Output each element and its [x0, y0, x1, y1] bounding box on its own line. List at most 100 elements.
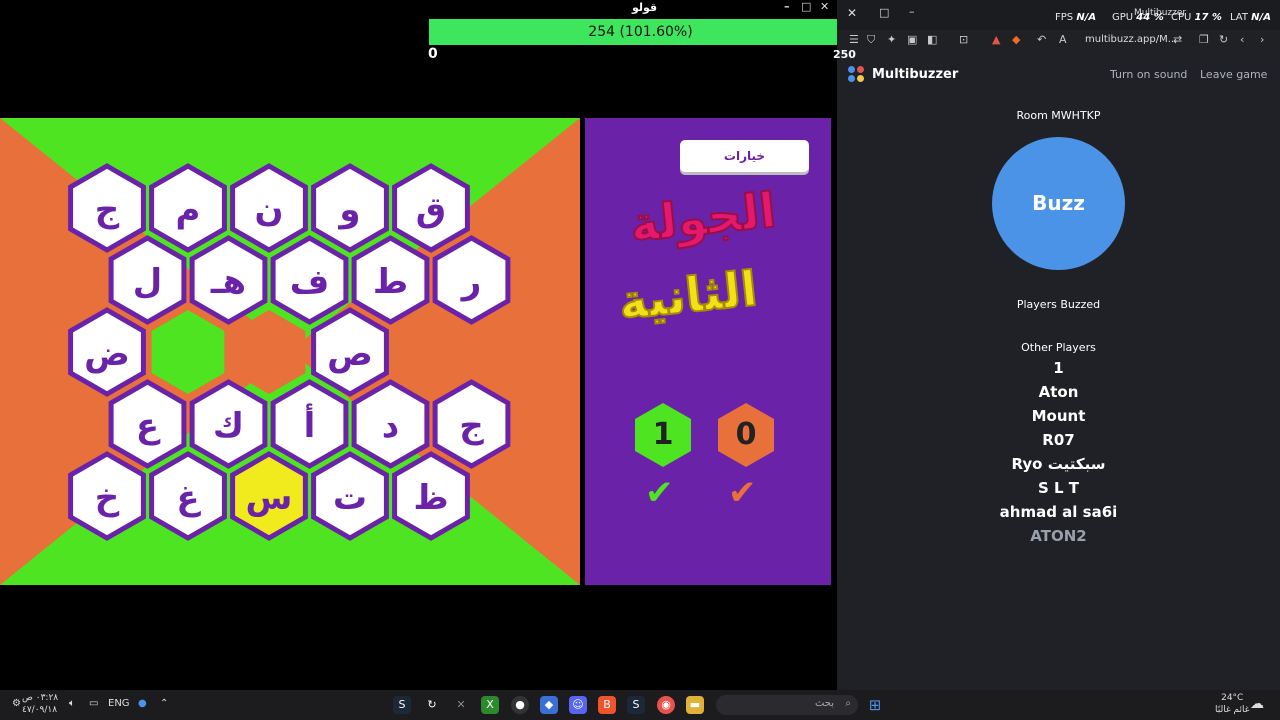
brave-icon[interactable]: B — [598, 696, 616, 714]
sidebar-icon[interactable]: ◧ — [927, 33, 937, 46]
turn-on-sound-link[interactable]: Turn on sound — [1110, 68, 1187, 81]
hex-letter: غ — [176, 478, 201, 518]
hex-letter: ف — [290, 262, 330, 302]
app-icon[interactable]: ◆ — [540, 696, 558, 714]
close-button[interactable]: ✕ — [820, 0, 829, 13]
hex-letter: ج — [95, 190, 120, 230]
player-item: 1 — [1053, 359, 1064, 377]
hex-letter: ل — [133, 262, 163, 302]
forward-icon[interactable]: › — [1260, 33, 1264, 46]
leave-game-link[interactable]: Leave game — [1200, 68, 1267, 81]
fps-stat: FPS N/A — [1055, 12, 1097, 23]
github-icon[interactable]: ● — [511, 696, 529, 714]
extension-icon[interactable]: ✦ — [887, 33, 896, 46]
close-icon[interactable]: ✕ — [452, 696, 470, 714]
orange-team-score: 0 — [718, 403, 774, 467]
progress-max: 250 — [833, 48, 856, 61]
weather-temp: 24°C — [1221, 693, 1244, 703]
hex-letter: أ — [304, 403, 316, 446]
hex-letter: ط — [373, 262, 408, 302]
volume-icon[interactable]: 🔈︎ — [69, 698, 75, 709]
reload-icon[interactable]: ↻ — [1219, 33, 1228, 46]
language-indicator[interactable]: ENG — [108, 698, 130, 709]
clock-date: ٤٧/٠٩/١٨ — [22, 705, 58, 715]
hex-letter: هـ — [210, 262, 246, 302]
chevron-up-icon[interactable]: ⌃ — [160, 698, 168, 709]
game-titlebar: قولو – □ ✕ — [0, 0, 832, 16]
minimize-button[interactable]: – — [784, 0, 790, 13]
screen: قولو – □ ✕ 254 (101.60%) 0 ج م ن و ق ل هـ ف ط ر ض ص… — [0, 0, 1280, 720]
wallet-icon[interactable]: ▣ — [907, 33, 917, 46]
hex-letter: ظ — [413, 478, 448, 518]
hex-board-svg: ج م ن و ق ل هـ ف ط ر ض ص ع ك أ د ج خ غ س ت ظ — [0, 118, 580, 585]
brave-rewards-icon[interactable]: ▲ — [992, 33, 1000, 46]
multibuzzer-header: Multibuzzer Turn on sound Leave game — [837, 62, 1280, 88]
hex-board: ج م ن و ق ل هـ ف ط ر ض ص ع ك أ د ج خ غ س ت ظ — [0, 118, 580, 585]
taskbar: ⚙ ٠٣:٢٨ ص ٤٧/٠٩/١٨ 🔈︎ ▭ ENG ● ⌃ S ↻ ✕ X … — [0, 690, 1280, 720]
hex-letter: خ — [95, 478, 120, 518]
chrome-icon[interactable]: ◉ — [657, 696, 675, 714]
game-title: قولو — [632, 1, 658, 14]
clock[interactable]: ٠٣:٢٨ ص ٤٧/٠٩/١٨ — [22, 692, 58, 716]
player-item: Ryo سبكتيت — [1011, 455, 1106, 473]
settings-tray-icon[interactable]: ⚙ — [12, 698, 21, 709]
browser-close-button[interactable]: ✕ — [847, 6, 857, 20]
player-item: Mount — [1031, 407, 1086, 425]
hex-letter: ض — [84, 334, 130, 374]
round-title-line2: الثانية — [615, 260, 761, 332]
players-list: 1 Aton Mount R07 Ryo سبكتيت S L T ahmad … — [837, 358, 1280, 550]
windows-start-icon[interactable]: ⊞ — [866, 696, 884, 714]
bookmark-icon[interactable]: ❐ — [1199, 33, 1209, 46]
brave-shields-icon[interactable]: ◆ — [1012, 33, 1020, 46]
search-placeholder: بحث — [814, 698, 834, 709]
weather-widget[interactable]: 24°C غائم غالبًا — [1215, 692, 1249, 716]
search-input[interactable]: بحث ⌕ — [716, 695, 858, 715]
screenshot-icon[interactable]: ⊡ — [959, 33, 968, 46]
hex-letter: و — [337, 190, 360, 230]
microphone-icon[interactable]: ● — [138, 698, 147, 709]
steam-icon[interactable]: S — [627, 696, 645, 714]
hex-letter: ر — [460, 262, 482, 302]
cloud-icon: ☁ — [1250, 696, 1264, 712]
back-history-icon[interactable]: ↶ — [1037, 33, 1046, 46]
options-button[interactable]: خيارات — [680, 140, 809, 172]
buzz-button[interactable]: Buzz — [992, 137, 1125, 270]
hex-letter: م — [176, 190, 201, 230]
hex-letter: د — [382, 406, 399, 446]
hex-letter: ت — [333, 478, 367, 518]
round-title-line1: الجولة — [626, 182, 779, 255]
browser-minimize-button[interactable]: – — [909, 5, 915, 18]
back-icon[interactable]: ‹ — [1240, 33, 1244, 46]
side-panel: خيارات الجولة الثانية 1 0 ✔ ✔ — [585, 118, 831, 585]
multibuzzer-logo-icon — [848, 66, 866, 84]
steam-icon[interactable]: S — [393, 696, 411, 714]
green-check-icon: ✔ — [645, 473, 674, 513]
discord-icon[interactable]: ☺ — [569, 696, 587, 714]
hex-letter: ق — [416, 190, 446, 230]
network-icon[interactable]: ▭ — [89, 698, 98, 709]
url-bar[interactable]: multibuzz.app/M... — [1085, 34, 1177, 45]
game-window: قولو – □ ✕ 254 (101.60%) 0 ج م ن و ق ل هـ ف ط ر ض ص… — [0, 0, 852, 690]
clock-time: ٠٣:٢٨ ص — [22, 693, 59, 703]
menu-icon[interactable]: ☰ — [849, 33, 859, 46]
progress-label: 254 (101.60%) — [588, 24, 693, 40]
player-item: ATON2 — [1030, 527, 1087, 545]
refresh-icon[interactable]: ↻ — [423, 696, 441, 714]
hex-letter: ع — [136, 406, 161, 446]
orange-check-icon: ✔ — [728, 473, 757, 513]
search-icon: ⌕ — [845, 698, 851, 709]
translate-icon[interactable]: A — [1059, 33, 1067, 46]
progress-min: 0 — [428, 46, 438, 62]
maximize-button[interactable]: □ — [801, 0, 811, 13]
xbox-icon[interactable]: X — [481, 696, 499, 714]
folder-icon[interactable]: ▬ — [686, 696, 704, 714]
weather-desc: غائم غالبًا — [1215, 705, 1250, 715]
gpu-stat: GPU 44 % — [1112, 12, 1164, 23]
lat-stat: LAT N/A — [1230, 12, 1271, 23]
browser-window: ✕ □ – Multibuzzer FPS N/A GPU 44 % CPU 1… — [837, 0, 1280, 690]
browser-maximize-button[interactable]: □ — [879, 6, 889, 19]
player-item: S L T — [1037, 479, 1080, 497]
hex-letter: ج — [459, 406, 484, 446]
shield-icon[interactable]: ⛉ — [867, 33, 875, 47]
tune-icon[interactable]: ⇄ — [1173, 33, 1182, 46]
